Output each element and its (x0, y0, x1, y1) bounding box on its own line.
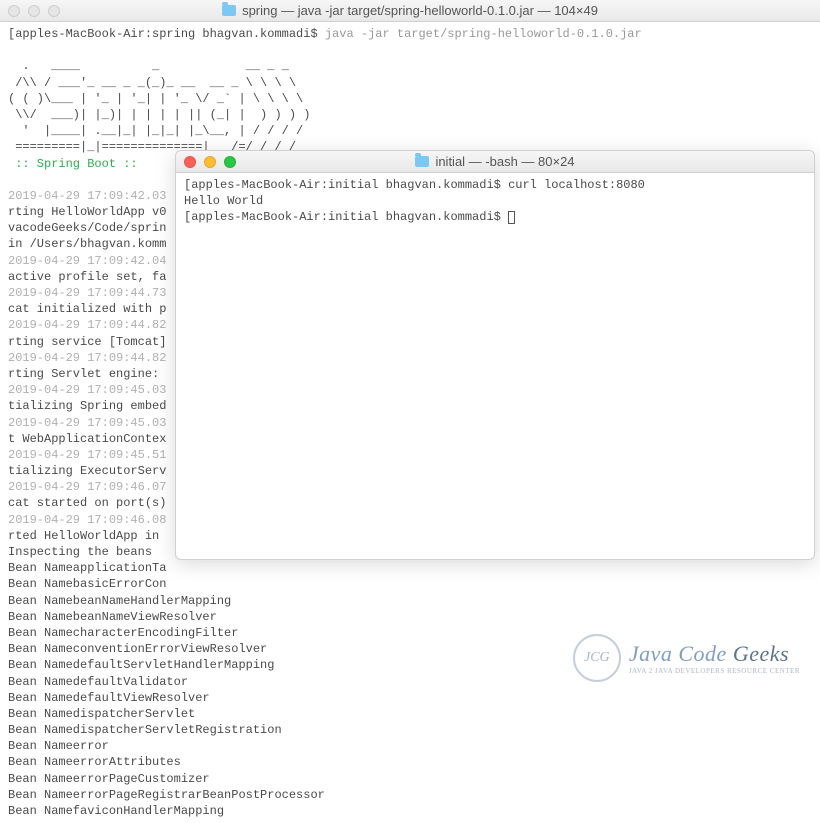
titlebar-initial[interactable]: initial — -bash — 80×24 (176, 151, 814, 173)
cursor-icon (508, 211, 515, 224)
window-title: initial — -bash — 80×24 (435, 154, 574, 169)
minimize-icon[interactable] (28, 5, 40, 17)
curl-command: curl localhost:8080 (508, 178, 645, 192)
traffic-lights (8, 5, 60, 17)
logo-main-text: Java Code Geeks (629, 641, 800, 667)
maximize-icon[interactable] (48, 5, 60, 17)
bean-lines: Bean NameapplicationTa Bean NamebasicErr… (8, 560, 812, 819)
terminal-output-initial[interactable]: [apples-MacBook-Air:initial bhagvan.komm… (176, 173, 814, 230)
maximize-icon[interactable] (224, 156, 236, 168)
watermark-logo: JCG Java Code Geeks JAVA 2 JAVA DEVELOPE… (573, 634, 800, 682)
response-text: Hello World (184, 194, 263, 208)
title-center: spring — java -jar target/spring-hellowo… (8, 3, 812, 18)
folder-icon (415, 156, 429, 167)
logo-text: Java Code Geeks JAVA 2 JAVA DEVELOPERS R… (629, 641, 800, 675)
spring-ascii-art: . ____ _ __ _ _ /\\ / ___'_ __ _ _(_)_ _… (8, 59, 310, 154)
prompt: [apples-MacBook-Air:spring bhagvan.komma… (8, 27, 325, 41)
beans-heading: Inspecting the beans (8, 545, 159, 559)
close-icon[interactable] (8, 5, 20, 17)
traffic-lights (184, 156, 236, 168)
logo-monogram: JCG (573, 634, 621, 682)
title-center: initial — -bash — 80×24 (184, 154, 806, 169)
prompt: [apples-MacBook-Air:initial bhagvan.komm… (184, 210, 508, 224)
titlebar-spring[interactable]: spring — java -jar target/spring-hellowo… (0, 0, 820, 22)
folder-icon (222, 5, 236, 16)
logo-sub-text: JAVA 2 JAVA DEVELOPERS RESOURCE CENTER (629, 667, 800, 675)
window-title: spring — java -jar target/spring-hellowo… (242, 3, 598, 18)
minimize-icon[interactable] (204, 156, 216, 168)
close-icon[interactable] (184, 156, 196, 168)
terminal-window-initial: initial — -bash — 80×24 [apples-MacBook-… (175, 150, 815, 560)
prompt: [apples-MacBook-Air:initial bhagvan.komm… (184, 178, 508, 192)
command-text: java -jar target/spring-helloworld-0.1.0… (325, 27, 642, 41)
